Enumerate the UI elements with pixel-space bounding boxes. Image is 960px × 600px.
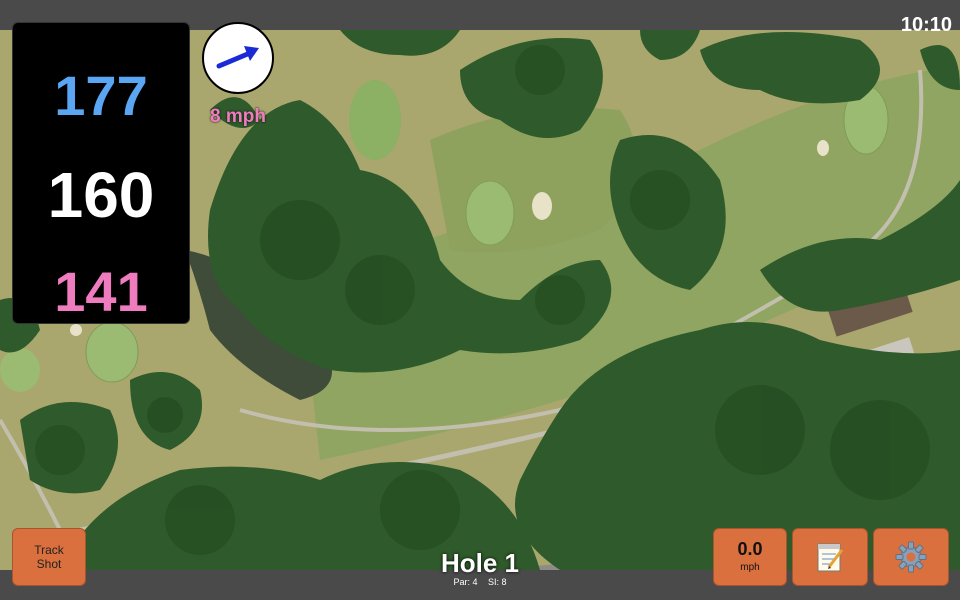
speed-value: 0.0 (737, 539, 763, 559)
middle-distance: 160 (47, 159, 155, 231)
distance-panel: 177 160 141 (12, 22, 190, 324)
hole-info: Par: 4 SI: 8 (380, 577, 580, 587)
front-distance: 141 (54, 260, 148, 323)
speed-unit: mph (740, 562, 760, 573)
track-shot-label-line2: Shot (36, 557, 62, 571)
settings-button[interactable] (873, 528, 949, 586)
notes-button[interactable] (792, 528, 868, 586)
hole-title: Hole 1 (440, 548, 520, 578)
back-distance: 177 (54, 64, 148, 127)
notepad-icon (817, 543, 844, 572)
track-shot-label-line1: Track (34, 543, 64, 557)
track-shot-button[interactable]: Track Shot (12, 528, 86, 586)
status-time: 10:10 (900, 14, 952, 36)
wind-arrow-icon (216, 46, 259, 69)
hole-stroke-index: SI: 8 (488, 577, 507, 587)
speed-button[interactable]: 0.0 mph (713, 528, 787, 586)
wind-indicator (202, 22, 274, 94)
hole-par: Par: 4 (453, 577, 478, 587)
gear-icon (895, 541, 927, 573)
wind-speed: 8 mph (210, 106, 266, 127)
